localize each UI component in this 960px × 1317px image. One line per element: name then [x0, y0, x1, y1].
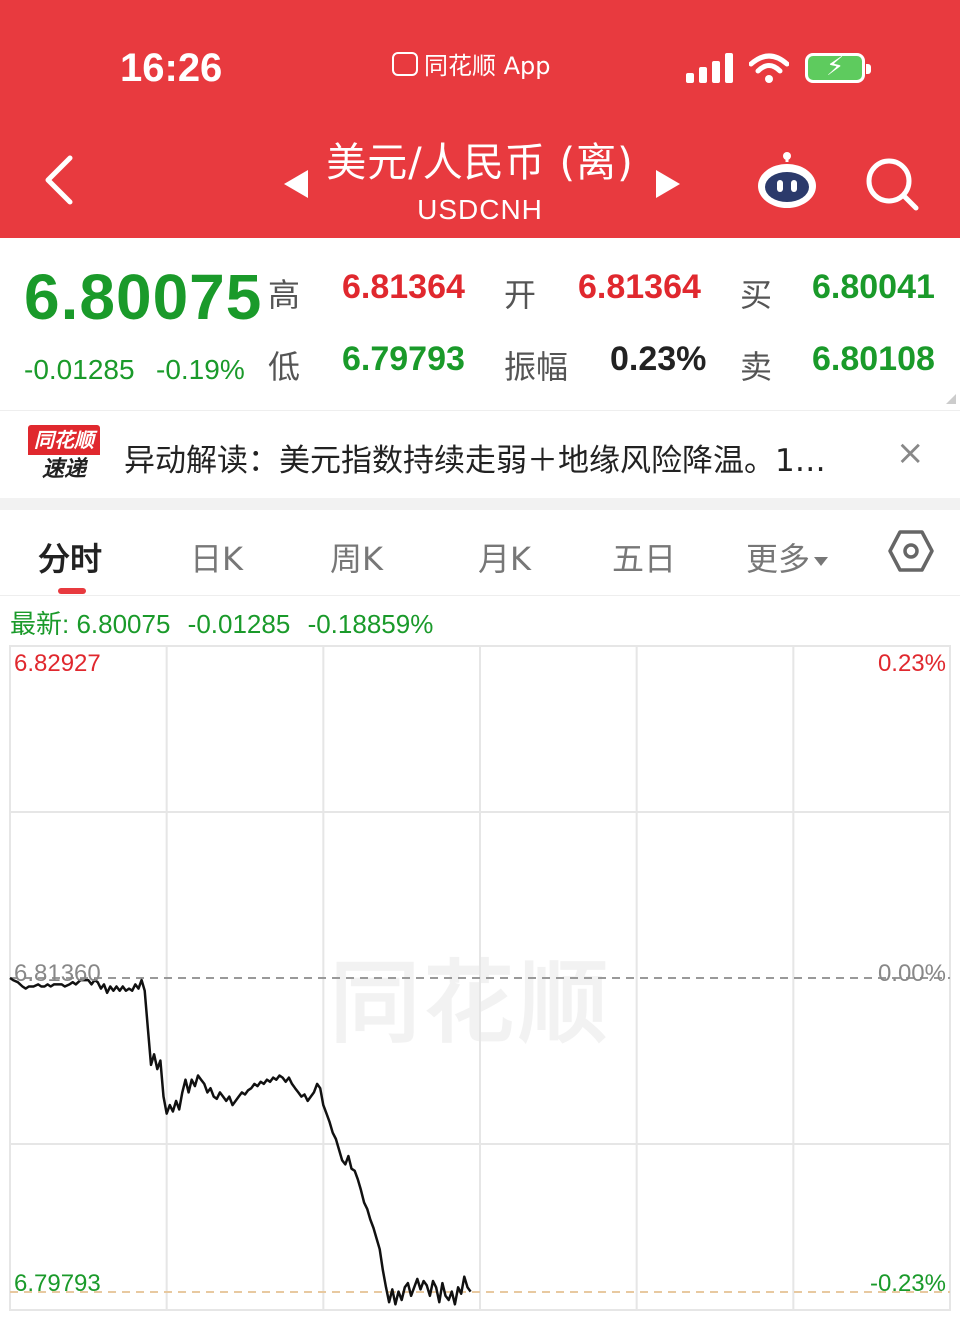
buy-label: 买 — [740, 276, 773, 314]
low-value: 6.79793 — [342, 340, 465, 378]
y-axis-mid-pct: 0.00% — [877, 960, 946, 987]
latest-change: -0.01285 — [187, 609, 291, 639]
next-instrument-icon[interactable] — [656, 170, 680, 198]
latest-change-pct: -0.18859% — [307, 609, 434, 639]
tab-intraday[interactable]: 分时 — [38, 534, 102, 580]
sell-value: 6.80108 — [812, 340, 935, 378]
back-icon[interactable] — [40, 152, 80, 208]
latest-quote-line: 最新: 6.80075 -0.01285 -0.18859% — [10, 604, 443, 641]
sell-label: 卖 — [740, 348, 773, 386]
high-value: 6.81364 — [342, 268, 465, 306]
latest-price: 最新: 6.80075 — [10, 609, 171, 639]
settings-icon[interactable] — [888, 528, 934, 574]
tab-monthly-k[interactable]: 月K — [478, 534, 531, 580]
y-axis-bottom-pct: -0.23% — [869, 1270, 946, 1297]
wifi-icon — [749, 53, 789, 83]
low-label: 低 — [268, 348, 301, 386]
amplitude-value: 0.23% — [610, 340, 707, 378]
tab-weekly-k[interactable]: 周K — [330, 534, 383, 580]
app-header: 16:26 同花顺 App ⚡ 美元/人民币 (离) USDCNH — [0, 0, 960, 238]
amplitude-label: 振幅 — [504, 348, 569, 386]
y-axis-bottom-price: 6.79793 — [14, 1270, 101, 1297]
active-tab-indicator — [58, 588, 86, 594]
battery-icon: ⚡ — [805, 52, 871, 83]
chart-period-tabs: 分时 日K 周K 月K 五日 更多 — [0, 510, 960, 596]
price-change: -0.01285 — [24, 354, 135, 385]
price-change-pct: -0.19% — [156, 354, 245, 385]
price-series-line — [9, 976, 472, 1306]
cellular-signal-icon — [686, 53, 733, 83]
tab-more[interactable]: 更多 — [746, 534, 829, 580]
news-headline[interactable]: 异动解读：美元指数持续走弱＋地缘风险降温。1… — [124, 435, 826, 480]
instrument-code: USDCNH — [417, 194, 543, 225]
instrument-name: 美元/人民币 (离) — [326, 140, 634, 186]
intraday-chart[interactable]: 同花顺 6.82927 6.81360 6.79793 0.23% 0.00% … — [0, 640, 960, 1317]
current-price: 6.80075 — [24, 261, 263, 333]
status-icons: ⚡ — [686, 52, 871, 84]
tab-five-day[interactable]: 五日 — [612, 534, 676, 580]
news-logo: 同花顺 速递 — [28, 425, 100, 487]
open-label: 开 — [504, 276, 537, 314]
open-value: 6.81364 — [578, 268, 701, 306]
section-divider — [0, 498, 960, 510]
chevron-down-icon — [814, 556, 829, 566]
expand-corner-icon[interactable] — [946, 394, 956, 404]
tab-daily-k[interactable]: 日K — [190, 534, 243, 580]
y-axis-mid-price: 6.81360 — [14, 960, 101, 987]
app-icon — [392, 51, 418, 76]
tab-more-label: 更多 — [746, 540, 811, 578]
status-time: 16:26 — [120, 46, 223, 90]
close-icon[interactable]: × — [896, 433, 925, 473]
y-axis-top-pct: 0.23% — [877, 650, 946, 677]
search-icon[interactable] — [864, 156, 920, 212]
status-app-indicator[interactable]: 同花顺 App — [392, 46, 551, 81]
y-axis-top-price: 6.82927 — [14, 650, 101, 677]
chart-svg — [9, 645, 951, 1311]
high-label: 高 — [268, 276, 301, 314]
buy-value: 6.80041 — [812, 268, 935, 306]
news-banner[interactable]: 同花顺 速递 异动解读：美元指数持续走弱＋地缘风险降温。1… × — [0, 410, 960, 498]
instrument-title: 美元/人民币 (离) USDCNH — [280, 130, 680, 226]
quote-panel: 6.80075 -0.01285 -0.19% 高 6.81364 低 6.79… — [0, 238, 960, 408]
status-app-name: 同花顺 App — [424, 52, 551, 80]
robot-assistant-icon[interactable] — [756, 152, 818, 210]
